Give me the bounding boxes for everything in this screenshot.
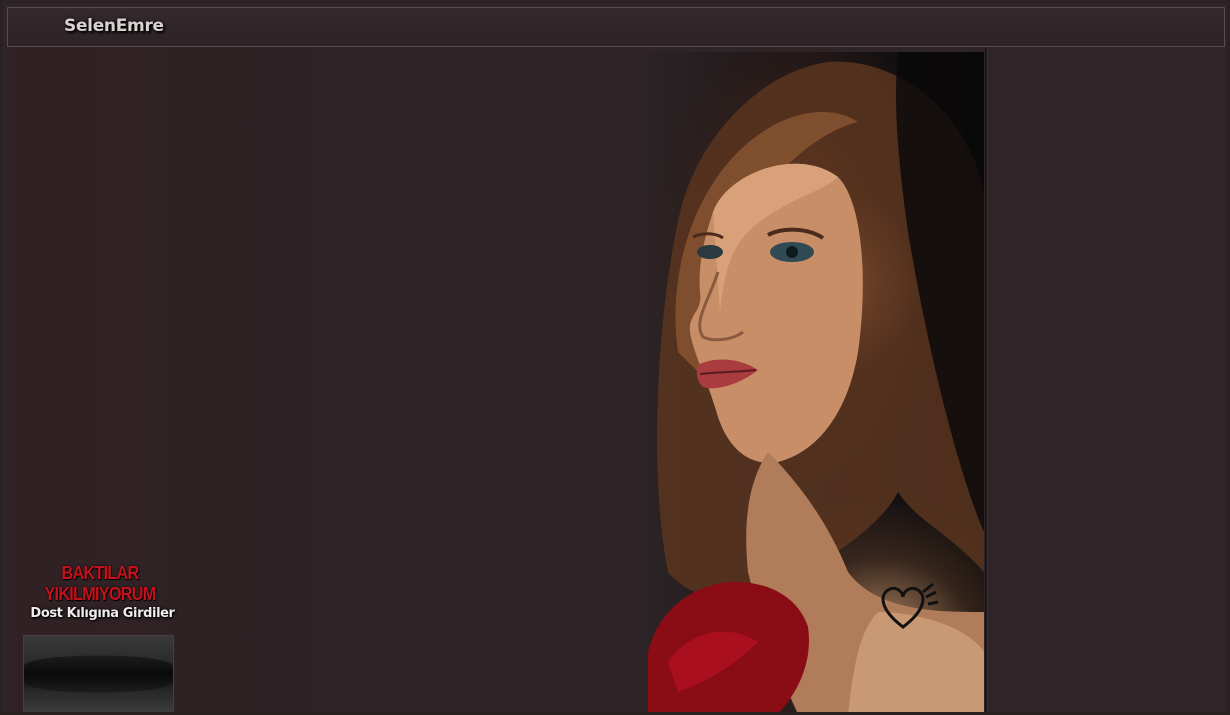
thumbnail-image: [24, 656, 173, 692]
right-panel: [987, 49, 1227, 712]
portrait-image: [648, 52, 984, 712]
title-bar: SelenEmre: [7, 7, 1225, 47]
portrait-illustration: [648, 52, 984, 712]
thumbnail-box[interactable]: [23, 635, 174, 712]
window-frame: SelenEmre BAKTILAR YIKILMIYORUM Dost Kıl…: [0, 0, 1230, 715]
caption-title: BAKTILAR YIKILMIYORUM: [44, 563, 156, 604]
caption-subtitle: Dost Kılıgına Girdiler: [30, 606, 175, 621]
window-title: SelenEmre: [64, 16, 164, 36]
